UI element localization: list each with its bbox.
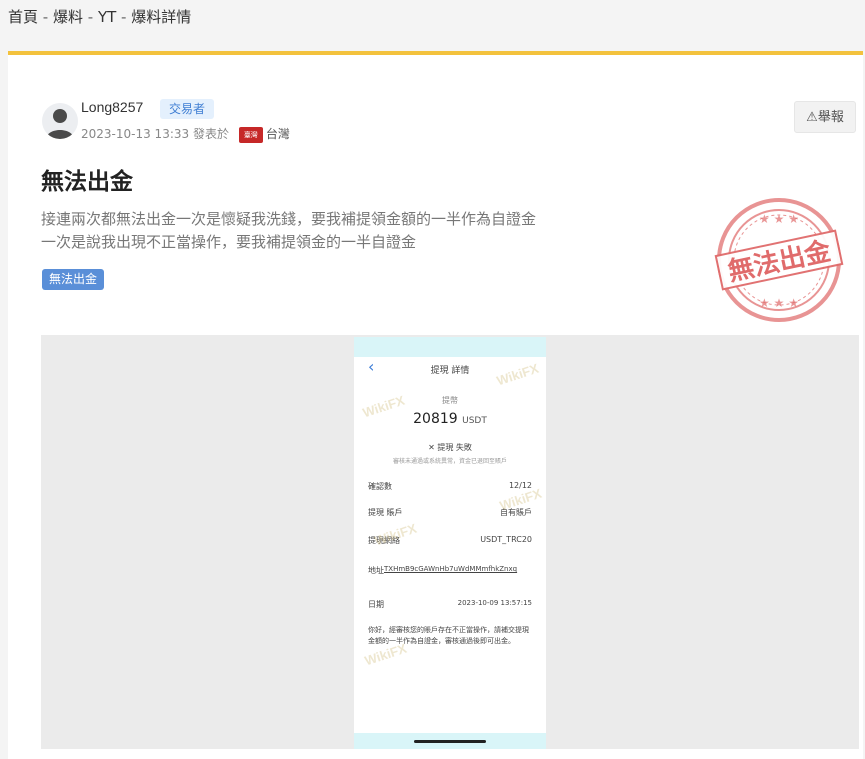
row-label: 地址 bbox=[368, 566, 384, 575]
breadcrumb-broker[interactable]: YT bbox=[98, 8, 116, 26]
breadcrumb-current: 爆料詳情 bbox=[131, 8, 192, 26]
post-body-line: 一次是說我出現不正當操作，要我補提領金的一半自證金 bbox=[41, 233, 417, 251]
breadcrumb: 首頁 - 爆料 - YT - 爆料詳情 bbox=[8, 6, 191, 28]
warning-icon: ⚠ bbox=[806, 110, 818, 125]
role-badge: 交易者 bbox=[160, 99, 215, 119]
region-flag-icon: 臺灣 bbox=[238, 126, 263, 143]
status-note: 審核未通過或系統異常，資金已退回至賬戶 bbox=[392, 458, 507, 465]
address-value: TXHmB9cGAWnHb7uWdMMmfhkZnxq bbox=[384, 565, 518, 573]
region-name: 台灣 bbox=[265, 127, 290, 141]
post-meta: 2023-10-13 13:33 發表於 臺灣 台灣 bbox=[81, 125, 290, 143]
breadcrumb-home[interactable]: 首頁 bbox=[8, 8, 38, 26]
row-value: 2023-10-09 13:57:15 bbox=[457, 599, 532, 607]
svg-text:★ ★ ★: ★ ★ ★ bbox=[759, 296, 799, 310]
post-body-line: 接連兩次都無法出金一次是懷疑我洗錢，要我補提領金額的一半作為自證金 bbox=[41, 210, 537, 228]
breadcrumb-separator: - bbox=[82, 8, 98, 26]
breadcrumb-exposure[interactable]: 爆料 bbox=[53, 8, 83, 26]
post-card: Long8257 交易者 2023-10-13 13:33 發表於 臺灣 台灣 ⚠… bbox=[8, 51, 863, 759]
withdraw-status: ✕ 提現 失敗 bbox=[428, 443, 472, 452]
row-label: 日期 bbox=[368, 600, 384, 609]
unable-to-withdraw-stamp-icon: 無法出金 ★ ★ ★ ★ ★ ★ bbox=[714, 198, 844, 322]
amount-value: 20819 bbox=[413, 411, 458, 427]
amount-currency: USDT bbox=[462, 416, 487, 426]
post-body: 接連兩次都無法出金一次是懷疑我洗錢，要我補提領金額的一半作為自證金 一次是說我出… bbox=[41, 208, 581, 254]
row-label: 確認數 bbox=[368, 482, 392, 491]
attached-screenshot[interactable]: ‹ 提現 詳情 提幣 20819 USDT ✕ 提現 失敗 審核未通過或系統異常… bbox=[41, 335, 859, 749]
tag-chip[interactable]: 無法出金 bbox=[42, 269, 105, 290]
breadcrumb-separator: - bbox=[116, 8, 132, 26]
phone-status-bar bbox=[354, 337, 546, 357]
author-username[interactable]: Long8257 bbox=[81, 99, 143, 115]
posted-in-label: 發表於 bbox=[192, 127, 229, 141]
avatar[interactable] bbox=[42, 103, 78, 139]
post-datetime: 2023-10-13 13:33 bbox=[81, 127, 190, 141]
home-indicator bbox=[414, 740, 486, 743]
breadcrumb-separator: - bbox=[38, 8, 53, 26]
row-label: 提現 賬戶 bbox=[368, 508, 403, 517]
user-icon bbox=[46, 109, 74, 139]
post-title: 無法出金 bbox=[41, 169, 133, 195]
row-value: USDT_TRC20 bbox=[480, 535, 532, 544]
report-label: 舉報 bbox=[817, 110, 844, 125]
report-button[interactable]: ⚠舉報 bbox=[794, 101, 856, 133]
phone-screenshot: ‹ 提現 詳情 提幣 20819 USDT ✕ 提現 失敗 審核未通過或系統異常… bbox=[354, 337, 546, 749]
svg-text:★ ★ ★: ★ ★ ★ bbox=[759, 212, 799, 226]
